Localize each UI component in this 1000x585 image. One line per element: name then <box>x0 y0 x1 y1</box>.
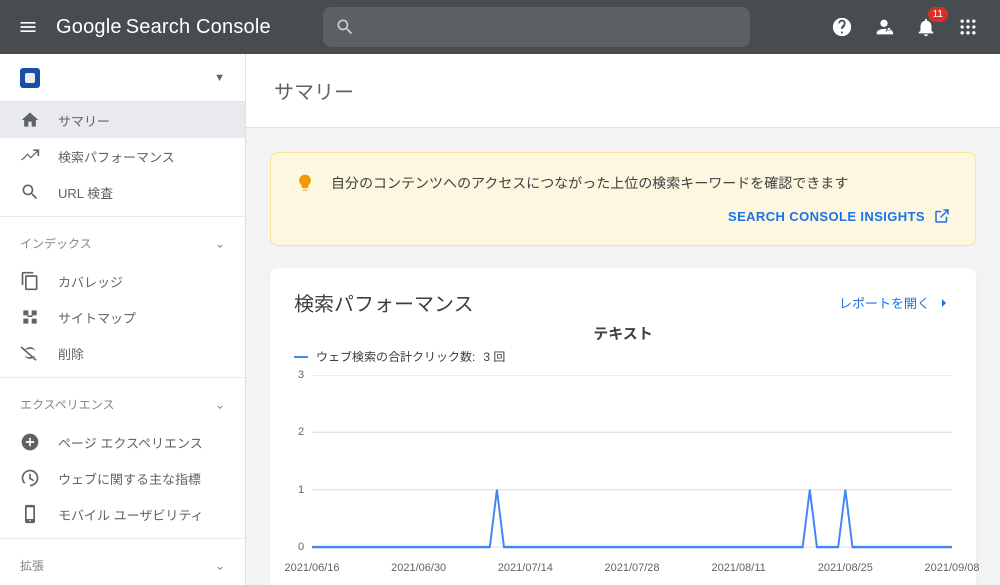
section-title: 拡張 <box>20 557 44 574</box>
insights-link[interactable]: SEARCH CONSOLE INSIGHTS <box>728 209 925 224</box>
nav-label: サイトマップ <box>58 308 136 327</box>
x-tick: 2021/06/30 <box>391 562 446 574</box>
nav-item-page-exp[interactable]: ページ エクスペリエンス <box>0 424 245 460</box>
page-title: サマリー <box>246 54 1000 128</box>
nav-label: 検索パフォーマンス <box>58 147 175 166</box>
clicks-line-chart: 01232021/06/162021/06/302021/07/142021/0… <box>312 375 952 570</box>
brand-product: Search Console <box>126 16 271 39</box>
x-tick: 2021/08/25 <box>818 562 873 574</box>
nav-label: モバイル ユーザビリティ <box>58 505 204 524</box>
main-content: サマリー 自分のコンテンツへのアクセスにつながった上位の検索キーワードを確認でき… <box>246 54 1000 585</box>
nav-section-header[interactable]: エクスペリエンス ⌃ <box>0 384 245 424</box>
nav-label: ページ エクスペリエンス <box>58 433 203 452</box>
pages-icon <box>20 271 40 291</box>
insights-tip-card: 自分のコンテンツへのアクセスにつながった上位の検索キーワードを確認できます SE… <box>270 152 976 246</box>
chart-annotation: テキスト <box>294 323 952 344</box>
account-button[interactable] <box>872 15 896 39</box>
chart-legend: ウェブ検索の合計クリック数: 3 回 <box>294 348 952 365</box>
chevron-right-icon <box>936 295 952 311</box>
x-tick: 2021/07/14 <box>498 562 553 574</box>
product-logo: Google Search Console <box>56 16 271 39</box>
trend-icon <box>20 146 40 166</box>
brand-google: Google <box>56 16 122 39</box>
nav-item-home[interactable]: サマリー <box>0 102 245 138</box>
notification-badge: 11 <box>928 7 948 22</box>
removal-icon <box>20 343 40 363</box>
x-tick: 2021/06/16 <box>284 562 339 574</box>
nav-label: URL 検査 <box>58 183 113 202</box>
performance-card: 検索パフォーマンス レポートを開く テキスト ウェブ検索の合計クリック数: 3 … <box>270 268 976 585</box>
y-tick: 0 <box>298 541 304 553</box>
legend-value: 3 回 <box>483 348 505 365</box>
nav-item-pages[interactable]: カバレッジ <box>0 263 245 299</box>
nav-item-speed[interactable]: ウェブに関する主な指標 <box>0 460 245 496</box>
open-external-icon <box>933 207 951 225</box>
property-icon <box>20 68 40 88</box>
search-box[interactable] <box>323 7 750 47</box>
nav-label: 削除 <box>58 344 84 363</box>
nav-label: ウェブに関する主な指標 <box>58 469 201 488</box>
lightbulb-icon <box>295 173 315 193</box>
performance-title: 検索パフォーマンス <box>294 288 474 317</box>
nav-item-trend[interactable]: 検索パフォーマンス <box>0 138 245 174</box>
chevron-up-icon: ⌃ <box>215 397 225 411</box>
x-tick: 2021/07/28 <box>604 562 659 574</box>
sidebar: ▼ サマリー検索パフォーマンス URL 検査 インデックス ⌃ カバレッジサイトマップ… <box>0 54 246 585</box>
notifications-button[interactable]: 11 <box>914 15 938 39</box>
open-report-link[interactable]: レポートを開く <box>839 293 952 312</box>
nav-label: カバレッジ <box>58 272 123 291</box>
y-tick: 1 <box>298 484 304 496</box>
nav-section-header[interactable]: 拡張 ⌃ <box>0 545 245 585</box>
nav-item-removal[interactable]: 削除 <box>0 335 245 371</box>
help-button[interactable] <box>830 15 854 39</box>
nav-label: サマリー <box>58 111 110 130</box>
divider <box>0 216 245 217</box>
property-selector[interactable]: ▼ <box>0 54 245 102</box>
sitemap-icon <box>20 307 40 327</box>
x-tick: 2021/08/11 <box>712 562 766 574</box>
header-actions: 11 <box>830 15 992 39</box>
open-report-label: レポートを開く <box>839 293 930 312</box>
legend-prefix: ウェブ検索の合計クリック数: <box>316 348 475 365</box>
section-title: エクスペリエンス <box>20 396 115 413</box>
page-exp-icon <box>20 432 40 452</box>
y-tick: 3 <box>298 369 304 381</box>
chevron-up-icon: ⌃ <box>215 558 225 572</box>
mobile-icon <box>20 504 40 524</box>
nav-item-mobile[interactable]: モバイル ユーザビリティ <box>0 496 245 532</box>
section-title: インデックス <box>20 235 92 252</box>
y-tick: 2 <box>298 426 304 438</box>
search-icon <box>20 182 40 202</box>
divider <box>0 538 245 539</box>
nav-item-sitemap[interactable]: サイトマップ <box>0 299 245 335</box>
speed-icon <box>20 468 40 488</box>
caret-down-icon: ▼ <box>214 72 225 84</box>
menu-button[interactable] <box>8 7 48 47</box>
search-input[interactable] <box>365 19 738 36</box>
nav-section-header[interactable]: インデックス ⌃ <box>0 223 245 263</box>
legend-swatch <box>294 356 308 358</box>
app-header: Google Search Console 11 <box>0 0 1000 54</box>
x-tick: 2021/09/08 <box>924 562 979 574</box>
tip-text: 自分のコンテンツへのアクセスにつながった上位の検索キーワードを確認できます <box>331 173 848 193</box>
chevron-up-icon: ⌃ <box>215 236 225 250</box>
divider <box>0 377 245 378</box>
search-icon <box>335 17 355 37</box>
home-icon <box>20 110 40 130</box>
apps-button[interactable] <box>956 15 980 39</box>
nav-item-search[interactable]: URL 検査 <box>0 174 245 210</box>
